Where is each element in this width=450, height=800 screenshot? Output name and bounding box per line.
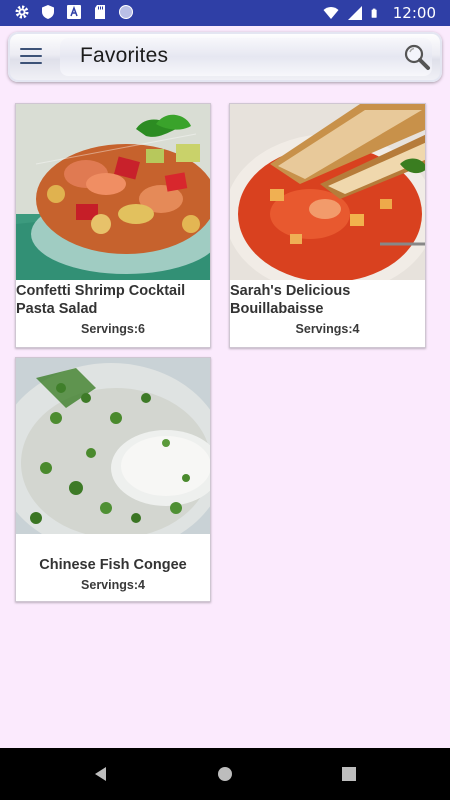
signal-icon — [347, 6, 362, 20]
clock: 12:00 — [392, 4, 436, 22]
recipe-servings: Servings:4 — [81, 578, 145, 592]
battery-icon — [371, 8, 377, 18]
wifi-icon — [323, 7, 339, 19]
circle-icon — [119, 5, 133, 19]
gear-icon — [15, 5, 29, 19]
sd-card-icon — [95, 5, 105, 19]
app-bar: Favorites — [0, 26, 450, 88]
home-icon[interactable] — [215, 764, 235, 784]
recipe-card[interactable]: Chinese Fish Congee Servings:4 — [15, 357, 211, 602]
status-bar: 12:00 — [0, 0, 450, 26]
recipe-name: Sarah's Delicious Bouillabaisse — [230, 283, 351, 317]
recipe-card[interactable]: Sarah's Delicious Bouillabaisse Servings… — [229, 103, 426, 348]
back-icon[interactable] — [91, 764, 111, 784]
page-title: Favorites — [80, 44, 169, 67]
text-a-icon — [67, 5, 81, 19]
recipe-servings: Servings:4 — [295, 322, 360, 336]
recipe-photo-bouillabaisse — [230, 104, 425, 280]
recipe-photo-fish-congee — [16, 358, 210, 534]
recipe-name: Confetti Shrimp Cocktail Pasta Salad — [16, 283, 186, 317]
recipe-photo-shrimp-pasta-salad — [16, 104, 210, 280]
navigation-bar — [0, 748, 450, 800]
shield-icon — [42, 5, 54, 19]
search-icon[interactable] — [402, 42, 432, 72]
hamburger-menu-icon[interactable] — [20, 48, 42, 66]
recipe-name: Chinese Fish Congee — [39, 557, 187, 573]
recipe-servings: Servings:6 — [81, 322, 145, 336]
recents-icon[interactable] — [339, 764, 359, 784]
recipe-card[interactable]: Confetti Shrimp Cocktail Pasta Salad Ser… — [15, 103, 211, 348]
